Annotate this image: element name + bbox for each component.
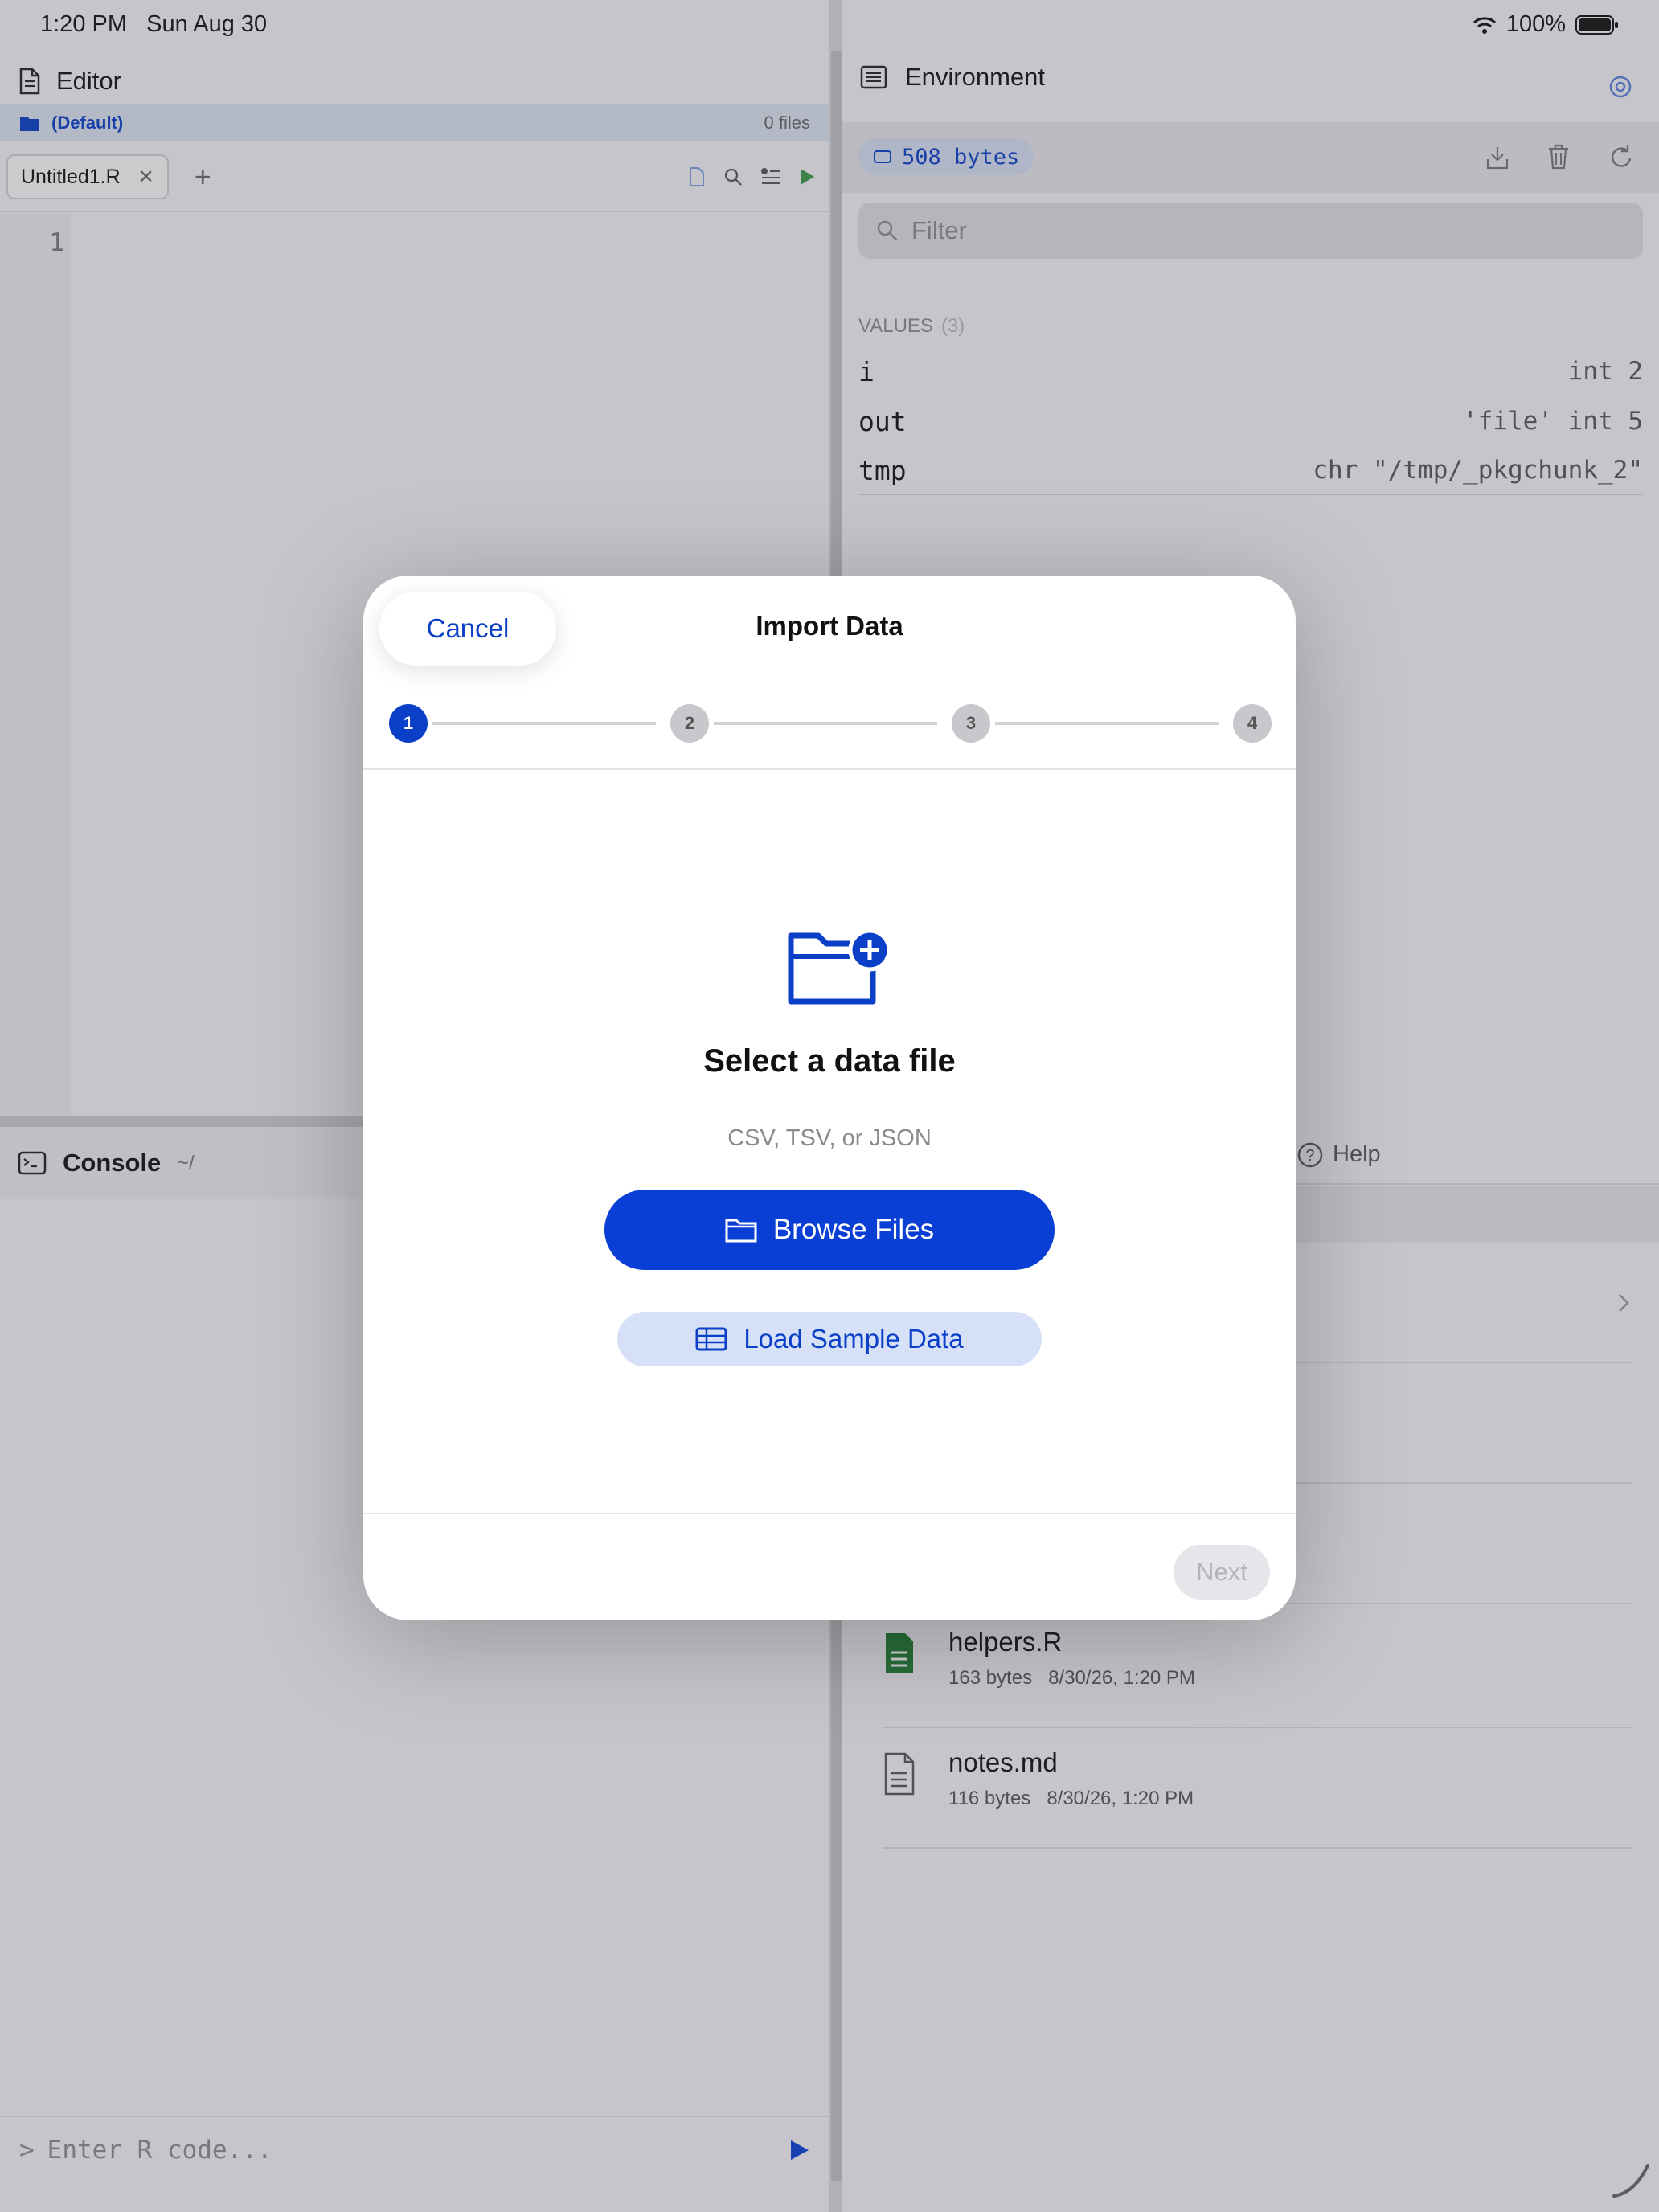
step-connector — [432, 722, 656, 725]
browse-files-label: Browse Files — [772, 1214, 935, 1245]
step-4-indicator: 4 — [1233, 704, 1272, 743]
browse-files-button[interactable]: Browse Files — [604, 1190, 1055, 1270]
step-connector — [995, 722, 1219, 725]
step-connector — [714, 722, 937, 725]
import-data-modal: Cancel Import Data 1 2 3 4 Select a data… — [363, 576, 1296, 1620]
modal-title: Import Data — [756, 611, 903, 641]
divider — [363, 768, 1296, 770]
modal-subtitle: CSV, TSV, or JSON — [727, 1125, 932, 1151]
step-2-indicator: 2 — [670, 704, 709, 743]
divider — [363, 1513, 1296, 1514]
folder-icon — [725, 1217, 757, 1243]
folder-add-icon — [786, 928, 892, 1006]
table-icon — [695, 1327, 727, 1351]
next-button[interactable]: Next — [1174, 1545, 1270, 1600]
modal-heading: Select a data file — [703, 1043, 956, 1079]
load-sample-data-button[interactable]: Load Sample Data — [617, 1312, 1042, 1366]
step-3-indicator: 3 — [952, 704, 990, 743]
load-sample-data-label: Load Sample Data — [743, 1324, 964, 1354]
step-1-indicator: 1 — [389, 704, 428, 743]
